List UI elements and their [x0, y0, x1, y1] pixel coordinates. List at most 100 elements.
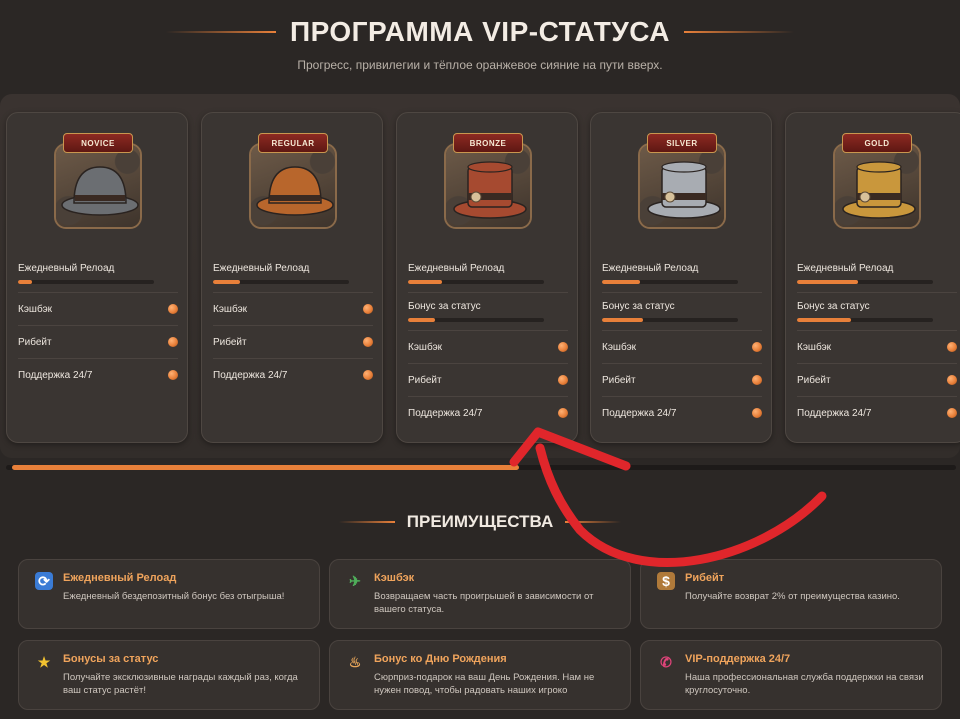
- orange-dot-icon: [168, 370, 178, 380]
- tier-perks-list: Ежедневный Релоад Кэшбэк Рибейт Поддержк…: [18, 263, 178, 383]
- benefit-title: Бонус ко Дню Рождения: [374, 653, 507, 665]
- benefit-card: ⟳ Ежедневный Релоад Ежедневный бездепози…: [18, 559, 320, 629]
- orange-dot-icon: [558, 342, 568, 352]
- orange-dot-icon: [947, 342, 957, 352]
- benefit-text: Получайте эксклюзивные награды каждый ра…: [63, 672, 298, 696]
- section-decor-line-right: [565, 521, 622, 523]
- perk-label: Поддержка 24/7: [602, 407, 677, 419]
- carousel-scrollbar-thumb[interactable]: [12, 465, 519, 470]
- tier-badge: NOVICE: [51, 133, 145, 229]
- perk-row: Поддержка 24/7: [408, 405, 568, 421]
- orange-dot-icon: [558, 408, 568, 418]
- perk-row: Рибейт: [602, 372, 762, 388]
- benefit-title: Ежедневный Релоад: [63, 572, 177, 584]
- benefit-text: Наша профессиональная служба поддержки н…: [685, 672, 924, 696]
- tier-card-silver[interactable]: SILVER Ежедневный Релоад Бонус за статус…: [590, 112, 772, 443]
- row-divider: [797, 363, 957, 364]
- reload-row: Ежедневный Релоад: [602, 263, 762, 284]
- perk-row: Кэшбэк: [602, 339, 762, 355]
- perk-row: Поддержка 24/7: [797, 405, 957, 421]
- star-icon: ★: [37, 653, 51, 670]
- tier-badge: REGULAR: [246, 133, 340, 229]
- benefit-title: VIP-поддержка 24/7: [685, 653, 791, 665]
- tier-card-gold[interactable]: GOLD Ежедневный Релоад Бонус за статус К…: [785, 112, 960, 443]
- row-divider: [602, 363, 762, 364]
- status-bonus-row: Бонус за статус: [408, 301, 568, 322]
- perk-label: Кэшбэк: [797, 341, 832, 353]
- tier-card-bronze[interactable]: BRONZE Ежедневный Релоад Бонус за статус…: [396, 112, 578, 443]
- page-subtitle: Прогресс, привилегии и тёплое оранжевое …: [297, 58, 663, 72]
- reload-label: Ежедневный Релоад: [797, 263, 894, 274]
- benefit-card: $ Рибейт Получайте возврат 2% от преимущ…: [640, 559, 942, 629]
- section-decor-line-left: [338, 521, 395, 523]
- row-divider: [408, 396, 568, 397]
- badge-frame: [54, 143, 142, 229]
- perk-label: Рибейт: [602, 374, 636, 386]
- benefit-text: Получайте возврат 2% от преимущества каз…: [685, 591, 900, 602]
- status-bonus-label: Бонус за статус: [602, 301, 675, 312]
- benefit-card: ♨ Бонус ко Дню Рождения Сюрприз-подарок …: [329, 640, 631, 710]
- perk-row: Кэшбэк: [18, 301, 178, 317]
- tier-card-regular[interactable]: REGULAR Ежедневный Релоад Кэшбэк Рибейт …: [201, 112, 383, 443]
- perk-row: Кэшбэк: [213, 301, 373, 317]
- page-title: ПРОГРАММА VIP-СТАТУСА: [289, 16, 671, 47]
- perk-row: Поддержка 24/7: [602, 405, 762, 421]
- vip-tier-carousel[interactable]: NOVICE Ежедневный Релоад Кэшбэк Рибейт П…: [0, 94, 960, 458]
- tier-card-novice[interactable]: NOVICE Ежедневный Релоад Кэшбэк Рибейт П…: [6, 112, 188, 443]
- perk-row: Рибейт: [213, 334, 373, 350]
- row-divider: [408, 292, 568, 293]
- tier-badge: SILVER: [635, 133, 729, 229]
- perk-label: Поддержка 24/7: [213, 369, 288, 381]
- reload-label: Ежедневный Релоад: [213, 263, 310, 274]
- reload-label: Ежедневный Релоад: [602, 263, 699, 274]
- row-divider: [797, 330, 957, 331]
- title-decor-line-right: [684, 31, 795, 33]
- orange-dot-icon: [752, 375, 762, 385]
- perk-row: Рибейт: [18, 334, 178, 350]
- status-bonus-row: Бонус за статус: [602, 301, 762, 322]
- row-divider: [18, 325, 178, 326]
- badge-frame: [444, 143, 532, 229]
- benefit-title: Бонусы за статус: [63, 653, 159, 665]
- tier-perks-list: Ежедневный Релоад Бонус за статус Кэшбэк…: [408, 263, 568, 421]
- perk-label: Кэшбэк: [18, 303, 53, 315]
- row-divider: [797, 396, 957, 397]
- perk-label: Кэшбэк: [408, 341, 443, 353]
- row-divider: [18, 292, 178, 293]
- orange-dot-icon: [363, 304, 373, 314]
- orange-dot-icon: [752, 342, 762, 352]
- reload-row: Ежедневный Релоад: [408, 263, 568, 284]
- orange-dot-icon: [558, 375, 568, 385]
- badge-frame: [249, 143, 337, 229]
- benefit-title: Кэшбэк: [374, 572, 415, 584]
- perk-label: Кэшбэк: [213, 303, 248, 315]
- perk-row: Поддержка 24/7: [18, 367, 178, 383]
- badge-frame: [833, 143, 921, 229]
- perk-label: Поддержка 24/7: [408, 407, 483, 419]
- perk-label: Кэшбэк: [602, 341, 637, 353]
- reload-progress-bar: [213, 280, 349, 284]
- perk-row: Рибейт: [797, 372, 957, 388]
- status-bonus-progress-bar: [602, 318, 738, 322]
- perk-row: Кэшбэк: [408, 339, 568, 355]
- status-bonus-progress-bar: [408, 318, 544, 322]
- perk-label: Рибейт: [213, 336, 247, 348]
- orange-dot-icon: [947, 375, 957, 385]
- status-bonus-label: Бонус за статус: [408, 301, 481, 312]
- row-divider: [213, 358, 373, 359]
- badge-frame: [638, 143, 726, 229]
- reload-label: Ежедневный Релоад: [18, 263, 115, 274]
- status-bonus-label: Бонус за статус: [797, 301, 870, 312]
- benefit-text: Возвращаем часть проигрышей в зависимост…: [374, 591, 594, 615]
- reload-progress-bar: [602, 280, 738, 284]
- tier-perks-list: Ежедневный Релоад Бонус за статус Кэшбэк…: [602, 263, 762, 421]
- perk-label: Поддержка 24/7: [797, 407, 872, 419]
- tier-perks-list: Ежедневный Релоад Кэшбэк Рибейт Поддержк…: [213, 263, 373, 383]
- row-divider: [213, 325, 373, 326]
- orange-dot-icon: [947, 408, 957, 418]
- orange-dot-icon: [168, 337, 178, 347]
- orange-dot-icon: [363, 370, 373, 380]
- row-divider: [602, 292, 762, 293]
- tier-name-ribbon: SILVER: [647, 133, 717, 153]
- perk-row: Поддержка 24/7: [213, 367, 373, 383]
